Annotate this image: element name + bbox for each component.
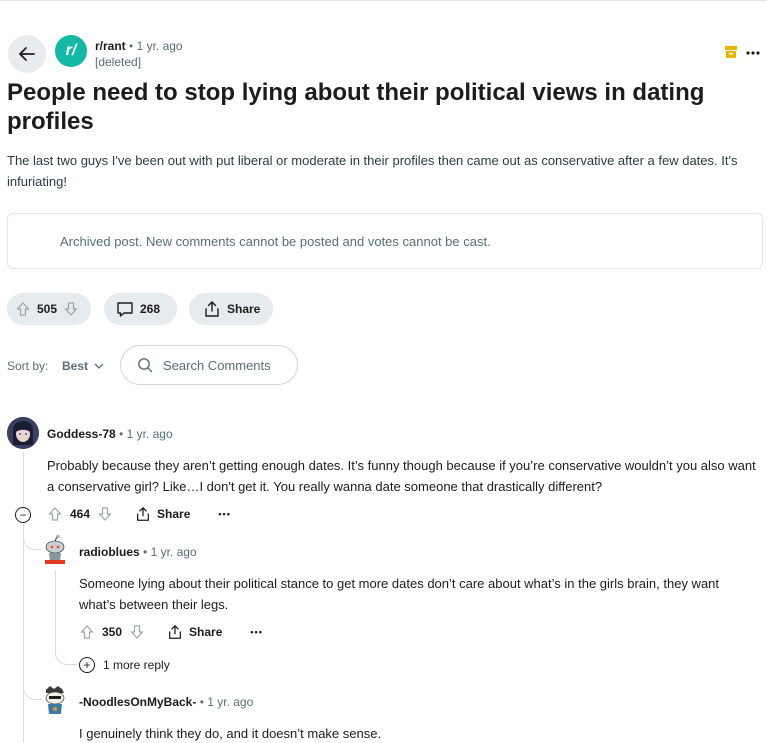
search-comments-input[interactable]: Search Comments [120,345,298,385]
chevron-down-icon [94,363,104,369]
more-icon [746,51,760,55]
comment-time: 1 yr. ago [207,695,254,709]
subreddit-link[interactable]: r/rant [95,39,126,53]
top-divider [0,0,767,1]
more-replies-label: 1 more reply [103,658,170,672]
post-vote-pill: 505 [7,293,91,325]
comment-time: 1 yr. ago [126,427,173,441]
post-meta: r/rant • 1 yr. ago [95,39,183,53]
comment-text: Someone lying about their political stan… [79,576,720,612]
comment-more-button[interactable]: ••• [250,627,262,637]
comment-count: 268 [140,302,161,316]
comments-button[interactable]: 268 [104,293,177,325]
search-placeholder: Search Comments [163,357,271,373]
avatar[interactable] [41,684,69,716]
comment-author-line: Goddess-78 • 1 yr. ago [47,427,173,441]
reply-connector [55,645,77,665]
comment-actions: 464 Share ••• [47,506,231,522]
comment-actions: 350 Share ••• [79,624,263,640]
meta-separator: • [129,39,134,53]
comment-author-line: radioblues • 1 yr. ago [79,545,197,559]
comment-share-button[interactable]: Share [135,506,190,522]
share-icon [169,625,181,639]
thread-line [23,524,24,743]
comment-author[interactable]: Goddess-78 [47,427,116,441]
archived-notice: Archived post. New comments cannot be po… [7,213,763,269]
post-author: [deleted] [95,55,142,69]
back-button[interactable] [8,35,46,73]
more-replies-button[interactable]: + 1 more reply [79,657,170,673]
avatar[interactable] [41,534,69,566]
post-title: People need to stop lying about their po… [7,79,705,135]
collapse-thread-button[interactable]: − [15,507,31,523]
share-icon [205,301,219,317]
reply-connector [23,680,41,700]
share-icon [137,507,149,521]
comment-author[interactable]: radioblues [79,545,140,559]
thread-line [23,452,24,508]
share-label: Share [157,507,191,521]
share-label: Share [227,302,261,316]
upvote-icon[interactable] [15,301,31,317]
share-button[interactable]: Share [189,293,273,325]
sort-label: Sort by: [7,359,49,373]
comment-text: Probably because they aren’t getting eno… [47,458,756,494]
search-icon [138,358,153,373]
avatar[interactable] [7,417,39,449]
comment-vote-count: 464 [70,507,91,521]
expand-replies-icon: + [79,657,95,673]
comment-separator: • [119,427,124,441]
sort-dropdown[interactable]: Best [62,359,104,373]
comment-time: 1 yr. ago [150,545,197,559]
post-body: The last two guys I've been out with put… [7,153,738,189]
save-icon[interactable] [725,45,737,63]
comment-separator: • [143,545,148,559]
comment-text: I genuinely think they do, and it doesn’… [79,726,382,741]
comment-author[interactable]: -NoodlesOnMyBack- [79,695,196,709]
downvote-icon[interactable] [97,506,113,522]
reply-connector [23,532,41,550]
post-time: 1 yr. ago [136,39,183,53]
comment-author-line: -NoodlesOnMyBack- • 1 yr. ago [79,695,253,709]
downvote-icon[interactable] [63,301,79,317]
post-vote-count: 505 [37,302,58,316]
subreddit-icon[interactable]: r/ [55,35,87,67]
sort-value: Best [62,359,89,373]
upvote-icon[interactable] [79,624,95,640]
upvote-icon[interactable] [47,506,63,522]
post-more-button[interactable] [746,42,760,60]
downvote-icon[interactable] [129,624,145,640]
arrow-left-icon [19,47,35,61]
comment-more-button[interactable]: ••• [218,509,230,519]
comment-share-button[interactable]: Share [167,624,222,640]
comment-separator: • [199,695,204,709]
share-label: Share [189,625,223,639]
comment-vote-count: 350 [102,625,123,639]
thread-line [55,570,56,650]
comment-icon [117,302,133,317]
